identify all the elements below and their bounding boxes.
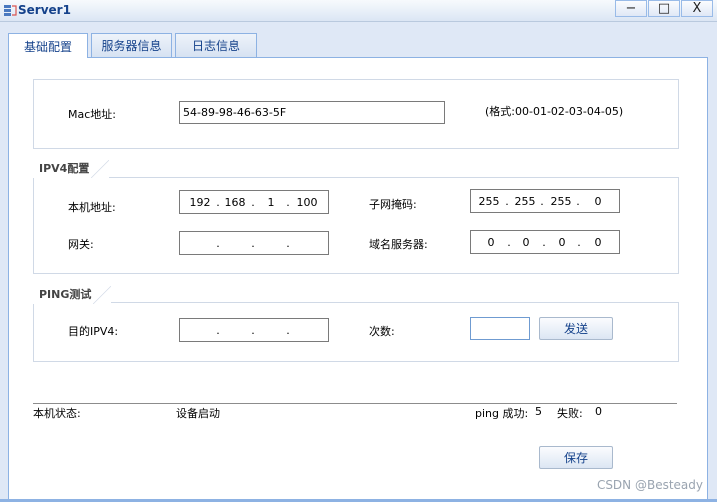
ip-octet: 255 <box>514 195 536 208</box>
ip-dot: . <box>286 196 290 209</box>
dest-ipv4-label: 目的IPV4: <box>68 325 119 338</box>
ip-dot: . <box>505 195 509 208</box>
ip-octet: 100 <box>296 196 318 209</box>
minimize-button[interactable]: − <box>615 0 647 17</box>
ping-success-label: ping 成功: <box>475 407 529 420</box>
ip-octet: 255 <box>550 195 572 208</box>
tab-basic-config[interactable]: 基础配置 <box>8 33 88 58</box>
ip-dot: . <box>216 196 220 209</box>
server-app-icon <box>4 5 17 16</box>
ip-octet: 168 <box>224 196 246 209</box>
ip-octet: 1 <box>267 196 275 209</box>
maximize-button[interactable]: □ <box>648 0 680 17</box>
ip-octet: 255 <box>478 195 500 208</box>
dest-ipv4-input[interactable]: . . . <box>179 318 329 342</box>
tab-label: 服务器信息 <box>101 39 162 53</box>
mac-label: Mac地址: <box>68 108 116 121</box>
send-button-label: 发送 <box>563 322 588 336</box>
host-ip-label: 本机地址: <box>68 201 116 214</box>
window-title: Server1 <box>18 3 71 17</box>
mac-input[interactable]: 54-89-98-46-63-5F <box>179 101 445 124</box>
ip-dot: . <box>216 237 220 250</box>
status-value: 设备启动 <box>176 407 220 420</box>
ip-octet: 0 <box>558 236 566 249</box>
dns-input[interactable]: 0 . 0 . 0 . 0 <box>470 230 620 254</box>
save-button-label: 保存 <box>563 451 588 465</box>
tab-label: 日志信息 <box>191 39 240 53</box>
ping-legend: PING测试 <box>33 286 112 304</box>
gateway-input[interactable]: . . . <box>179 231 329 255</box>
send-button[interactable]: 发送 <box>539 317 613 340</box>
tab-log-info[interactable]: 日志信息 <box>175 33 257 57</box>
ip-octet: 0 <box>594 236 602 249</box>
ip-dot: . <box>286 324 290 337</box>
close-icon: X <box>692 1 702 16</box>
ip-dot: . <box>286 237 290 250</box>
ip-dot: . <box>216 324 220 337</box>
ping-fail-value: 0 <box>595 405 602 418</box>
count-label: 次数: <box>369 325 395 338</box>
maximize-icon: □ <box>657 1 671 16</box>
ip-dot: . <box>577 236 581 249</box>
ip-octet: 0 <box>594 195 602 208</box>
count-input[interactable] <box>470 317 530 340</box>
dns-label: 域名服务器: <box>369 238 428 251</box>
gateway-label: 网关: <box>68 238 94 251</box>
tab-server-info[interactable]: 服务器信息 <box>91 33 172 57</box>
ip-dot: . <box>507 236 511 249</box>
subnet-mask-label: 子网掩码: <box>369 198 417 211</box>
ip-octet: 0 <box>522 236 530 249</box>
ping-success-value: 5 <box>535 405 542 418</box>
ip-dot: . <box>251 237 255 250</box>
tab-label: 基础配置 <box>23 39 72 54</box>
status-label: 本机状态: <box>33 407 81 420</box>
ip-dot: . <box>251 196 255 209</box>
title-bar: Server1 − □ X <box>0 0 717 22</box>
ip-dot: . <box>540 195 544 208</box>
save-button[interactable]: 保存 <box>539 446 613 469</box>
ip-dot: . <box>251 324 255 337</box>
ip-octet: 192 <box>189 196 211 209</box>
subnet-mask-input[interactable]: 255 . 255 . 255 . 0 <box>470 189 620 213</box>
ip-octet: 0 <box>487 236 495 249</box>
mac-format-hint: (格式:00-01-02-03-04-05) <box>485 105 624 118</box>
watermark: CSDN @Besteady <box>596 478 703 492</box>
close-button[interactable]: X <box>681 0 713 17</box>
minimize-icon: − <box>625 1 637 16</box>
ipv4-legend: IPV4配置 <box>33 160 110 178</box>
ip-dot: . <box>542 236 546 249</box>
host-ip-input[interactable]: 192 . 168 . 1 . 100 <box>179 190 329 214</box>
ping-fail-label: 失败: <box>557 407 583 420</box>
status-divider <box>33 403 677 404</box>
ip-dot: . <box>576 195 580 208</box>
